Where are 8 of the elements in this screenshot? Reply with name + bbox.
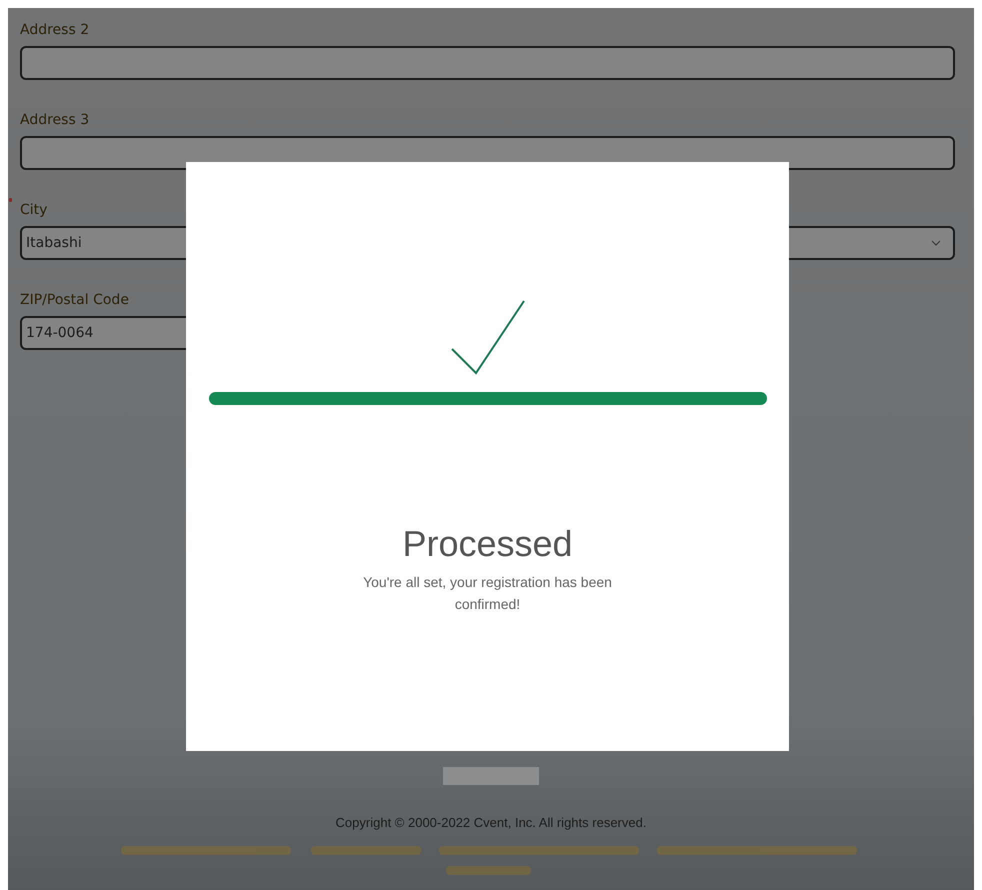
field-label: City: [20, 202, 48, 218]
copyright-text: Copyright © 2000-2022 Cvent, Inc. All rights reserved.: [336, 815, 646, 830]
field-label: Address 3: [20, 112, 90, 128]
dialog-message: You're all set, your registration has been confirmed!: [362, 573, 613, 614]
chevron-down-icon: [931, 240, 941, 246]
dialog-title: Processed: [402, 523, 573, 565]
field-label: ZIP/Postal Code: [20, 292, 129, 308]
field-label: Address 2: [20, 22, 90, 38]
